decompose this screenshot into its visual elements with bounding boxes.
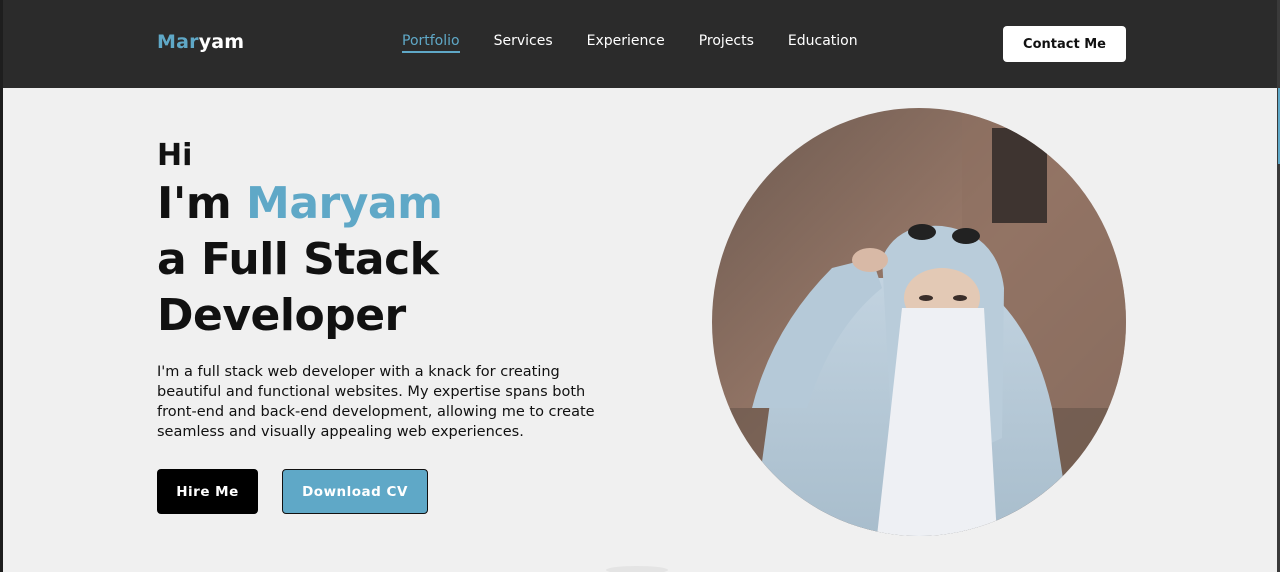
profile-photo: [712, 108, 1126, 536]
hero-role-line1: a Full Stack: [157, 234, 439, 285]
logo-part-accent: Mar: [157, 31, 199, 53]
hero-intro-line: I'm Maryam: [157, 176, 637, 232]
top-navbar: Maryam Portfolio Services Experience Pro…: [0, 0, 1280, 88]
hero-section: Hi I'm Maryam a Full Stack Developer I'm…: [157, 136, 637, 442]
contact-me-button[interactable]: Contact Me: [1003, 26, 1126, 62]
download-cv-button[interactable]: Download CV: [282, 469, 428, 514]
main-nav: Portfolio Services Experience Projects E…: [402, 33, 858, 53]
nav-item-portfolio[interactable]: Portfolio: [402, 33, 460, 53]
profile-photo-illustration: [712, 108, 1126, 536]
hire-me-button[interactable]: Hire Me: [157, 469, 258, 514]
window-left-edge: [0, 0, 3, 572]
site-logo[interactable]: Maryam: [157, 31, 244, 53]
scroll-indicator: [606, 566, 668, 572]
nav-item-projects[interactable]: Projects: [699, 33, 754, 53]
logo-part-white: yam: [198, 31, 245, 53]
hero-description: I'm a full stack web developer with a kn…: [157, 364, 595, 440]
hero-intro-prefix: I'm: [157, 178, 232, 229]
nav-item-education[interactable]: Education: [788, 33, 858, 53]
nav-item-services[interactable]: Services: [494, 33, 553, 53]
hero-greeting: Hi: [157, 138, 193, 173]
hero-actions: Hire Me Download CV: [157, 469, 428, 514]
nav-item-experience[interactable]: Experience: [587, 33, 665, 53]
hero-name: Maryam: [246, 178, 443, 229]
hero-role-line2: Developer: [157, 290, 406, 341]
